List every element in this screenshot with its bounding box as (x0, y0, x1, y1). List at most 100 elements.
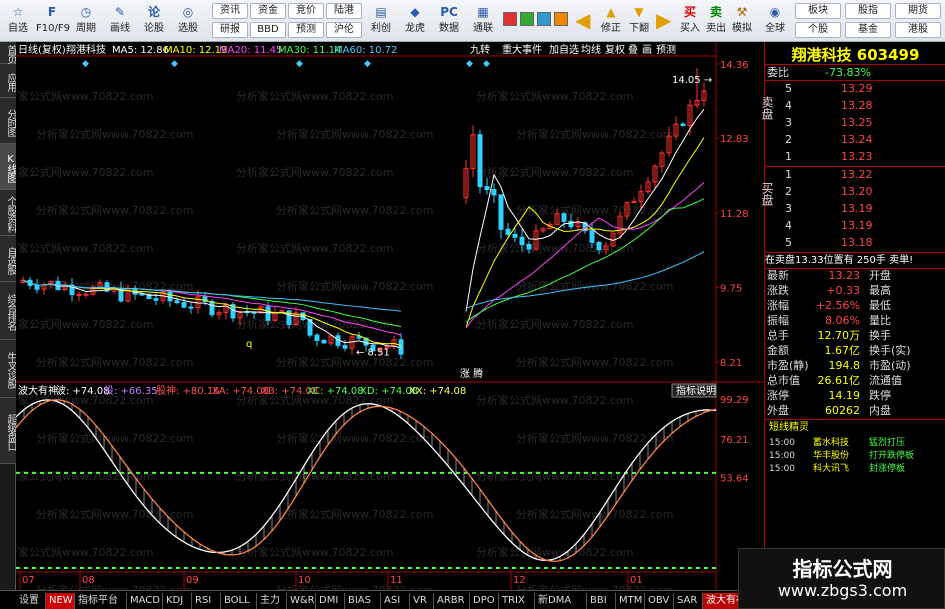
toolbar-small-button[interactable]: BBD (250, 22, 286, 38)
elf-row[interactable]: 15:00 科大讯飞 封涨停板 (765, 462, 945, 476)
toolbar-stock-select-button[interactable]: ◎ 选股 (172, 0, 204, 42)
indicator-tab[interactable]: ARBR (434, 593, 470, 609)
indicator-tab[interactable]: W&R (287, 593, 316, 609)
bid-row[interactable]: 5 13.18 (765, 236, 945, 250)
toolbar-sell-button[interactable]: 卖卖出 (704, 0, 728, 42)
sidebar-tab[interactable]: 个股资料 (0, 190, 16, 236)
panel-divider (765, 252, 945, 253)
toolbar-data-button[interactable]: PC 数据 (433, 0, 465, 42)
toolbar-down-arrow-button[interactable]: ▼ 下翻 (626, 0, 652, 42)
indicator-tab[interactable]: DPO (470, 593, 499, 609)
sidebar-tab[interactable]: K线图 (0, 144, 16, 190)
indicator-tab[interactable]: KDJ (163, 593, 192, 609)
toolbar-discuss-button[interactable]: 论论股 (138, 0, 170, 42)
toolbar-small-button[interactable]: 个股 (795, 22, 841, 38)
ask-row[interactable]: 4 13.28 (765, 99, 945, 113)
toolbar-button-label: 论股 (144, 23, 164, 34)
ask-row[interactable]: 2 13.24 (765, 133, 945, 147)
toolbar-draw-line-button[interactable]: ✎ 画线 (104, 0, 136, 42)
toolbar-network-button[interactable]: ▦ 通联 (467, 0, 499, 42)
indicator-tab[interactable]: 新DMA (535, 593, 587, 609)
stat-label: 涨停 (767, 389, 789, 402)
left-arrow-icon[interactable]: ◀ (575, 8, 595, 32)
right-arrow-icon[interactable]: ▶ (656, 8, 676, 32)
bid-row[interactable]: 4 13.19 (765, 219, 945, 233)
toolbar-buy-button[interactable]: 买买入 (678, 0, 702, 42)
toolbar-small-button[interactable]: 板块 (795, 3, 841, 19)
toolbar-small-button[interactable]: 资金 (250, 3, 286, 19)
elf-row[interactable]: 15:00 蓄水科技 猛烈打压 (765, 436, 945, 450)
indicator-tab[interactable]: DMI (316, 593, 345, 609)
toolbar-small-button[interactable]: 沪伦 (326, 22, 362, 38)
toolbar-simulate-button[interactable]: ⚒ 模拟 (730, 0, 754, 42)
ask-row[interactable]: 1 13.23 (765, 150, 945, 164)
color-square-icon[interactable] (503, 12, 517, 26)
ask-row[interactable]: 3 13.25 (765, 116, 945, 130)
candle-body (356, 336, 362, 339)
sidebar-tab[interactable]: 应用 (0, 64, 16, 98)
watermark-text: 分析家公式网www.70822.com (36, 431, 193, 445)
elf-row[interactable]: 15:00 华丰股份 打开跌停板 (765, 449, 945, 463)
new-badge[interactable]: NEW (46, 593, 75, 609)
candle-body (153, 298, 159, 301)
sidebar-tab[interactable]: 牛叉诊股 (0, 340, 16, 398)
toolbar-small-button[interactable]: 基金 (845, 22, 891, 38)
color-square-icon[interactable] (537, 12, 551, 26)
logo-title: 指标公式网 (792, 557, 893, 581)
sidebar-tab[interactable]: 超级盘口 (0, 398, 16, 464)
candle-body (561, 213, 567, 222)
chart-menu-item: 预测 (656, 43, 676, 56)
indicator-tab[interactable]: BBI (587, 593, 616, 609)
toolbar-period-button[interactable]: ◷ 周期 (70, 0, 102, 42)
candle-body (477, 134, 483, 188)
sidebar-tab[interactable]: 分时图 (0, 98, 16, 144)
candle-body (321, 339, 327, 344)
bid-row[interactable]: 2 13.20 (765, 185, 945, 199)
stat-row: 涨幅 +2.56% 最低 (765, 299, 945, 313)
toolbar-dragon-tiger-button[interactable]: ◆ 龙虎 (399, 0, 431, 42)
f10-icon: F (47, 5, 57, 19)
toolbar-small-button[interactable]: 预测 (288, 22, 324, 38)
toolbar-small-button[interactable]: 资讯 (212, 3, 248, 19)
sidebar-tab[interactable]: 自选股 (0, 236, 16, 282)
indicator-tab[interactable]: ASI (381, 593, 410, 609)
indicator-tab[interactable]: RSI (192, 593, 221, 609)
toolbar-small-button[interactable]: 港股 (895, 22, 941, 38)
sidebar-tab[interactable]: 首页 (0, 42, 16, 64)
toolbar-small-button[interactable]: 期货 (895, 3, 941, 19)
indicator-tab[interactable]: OBV (645, 593, 674, 609)
toolbar-global-button[interactable]: ◉ 全球 (760, 0, 790, 42)
kline-chart-area[interactable]: 分析家公式网www.70822.com 分析家公式网www.70822.com 分析… (0, 42, 764, 597)
toolbar-f10-button[interactable]: F F10/F9 (36, 0, 70, 42)
bid-row[interactable]: 1 13.22 (765, 168, 945, 182)
stat-label: 流通值 (869, 374, 902, 387)
toolbar-small-button[interactable]: 陆港 (326, 3, 362, 19)
color-square-icon[interactable] (554, 12, 568, 26)
indicator-tab[interactable]: MTM (616, 593, 645, 609)
bid-row[interactable]: 3 13.19 (765, 202, 945, 216)
watermark-text: 分析家公式网www.70822.com (236, 165, 393, 179)
toolbar-small-button[interactable]: 竞价 (288, 3, 324, 19)
watermark-text: 分析家公式网www.70822.com (516, 203, 673, 217)
ask-row[interactable]: 5 13.29 (765, 82, 945, 96)
indicator-tab[interactable]: VR (410, 593, 434, 609)
indicator-tab[interactable]: BOLL (221, 593, 257, 609)
indicator-tab[interactable]: 指标平台 (75, 593, 127, 609)
indicator-tab[interactable]: 设置 (16, 593, 46, 609)
sidebar-tab[interactable]: 综合排名 (0, 282, 16, 340)
toolbar-chart-button[interactable]: ▤ 利创 (365, 0, 397, 42)
candle-body (209, 300, 215, 316)
indicator-tab[interactable]: MACD (127, 593, 163, 609)
kline-svg[interactable]: 分析家公式网www.70822.com 分析家公式网www.70822.com 分析… (0, 42, 764, 597)
candle-body (174, 300, 180, 304)
indicator-tab[interactable]: BIAS (345, 593, 381, 609)
toolbar-small-button[interactable]: 股指 (845, 3, 891, 19)
color-square-icon[interactable] (520, 12, 534, 26)
toolbar-up-arrow-button[interactable]: ▲ 修正 (598, 0, 624, 42)
indicator-tab[interactable]: TRIX (499, 593, 535, 609)
toolbar-watchlist-button[interactable]: ☆ 自选 (2, 0, 34, 42)
indicator-tab[interactable]: SAR (674, 593, 703, 609)
chart-menu-item: 加自选 (549, 43, 579, 56)
indicator-tab[interactable]: 主力 (257, 593, 287, 609)
toolbar-small-button[interactable]: 研报 (212, 22, 248, 38)
